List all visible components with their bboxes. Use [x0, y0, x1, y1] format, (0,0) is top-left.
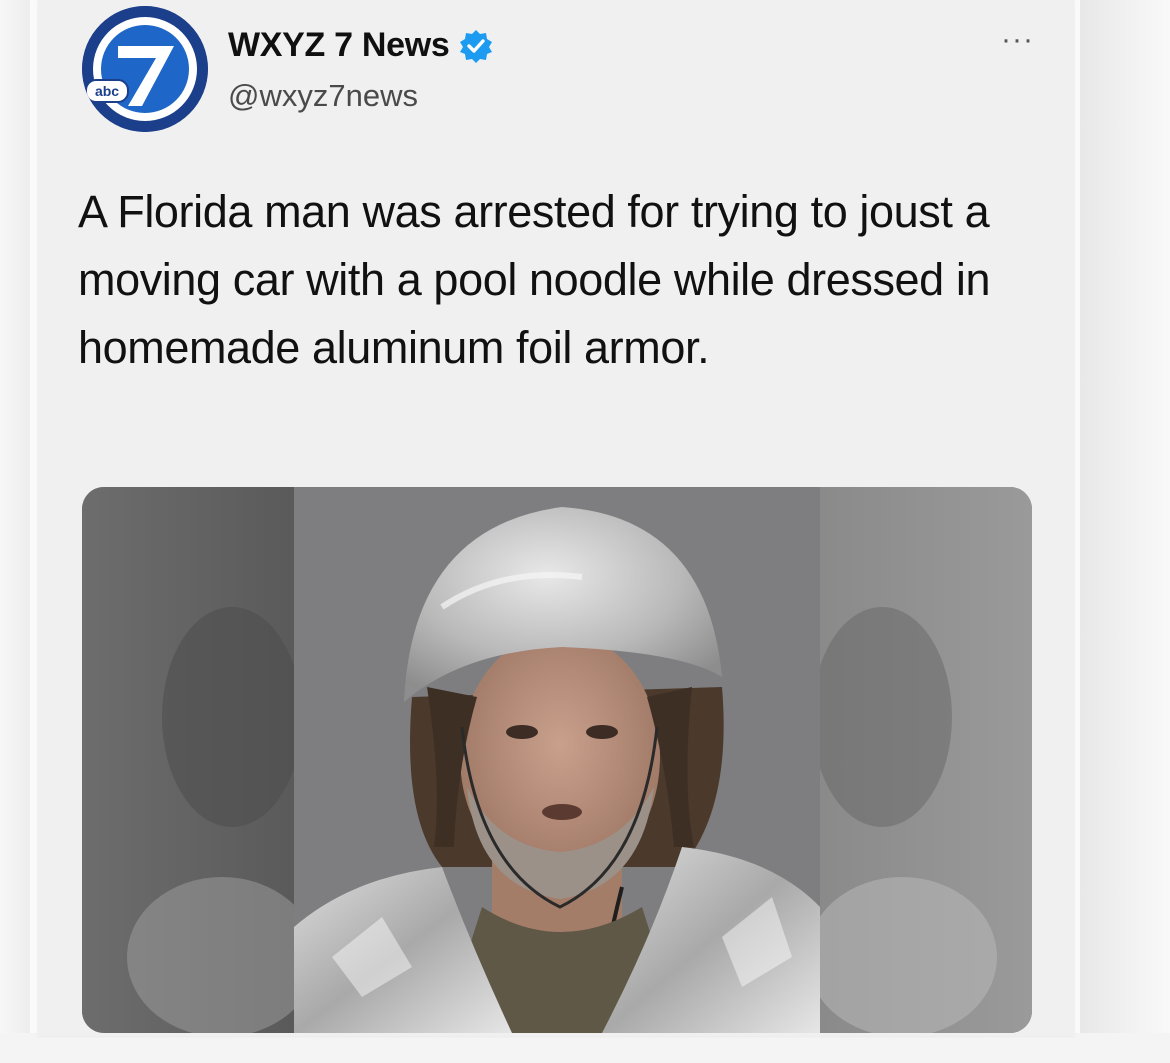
tweet-card: abc WXYZ 7 News @wxyz7news ··· A Florida…: [38, 0, 1074, 1036]
avatar-badge-text: abc: [95, 83, 119, 99]
more-options-icon[interactable]: ···: [1001, 25, 1034, 55]
wxyz-7-logo-icon: abc: [82, 6, 208, 132]
avatar[interactable]: abc: [82, 6, 208, 132]
tweet-photo[interactable]: [82, 487, 1032, 1033]
tweet-text: A Florida man was arrested for trying to…: [78, 186, 991, 373]
background-bottom-edge: [0, 1033, 1170, 1063]
background-right-edge: [1080, 0, 1170, 1063]
mugshot-image: [82, 487, 1032, 1033]
author-name[interactable]: WXYZ 7 News: [228, 26, 494, 65]
verified-badge-icon: [459, 29, 492, 63]
author-name-label: WXYZ 7 News: [228, 26, 450, 64]
author-handle[interactable]: @wxyz7news: [228, 78, 418, 114]
background-left-edge: [0, 0, 30, 1063]
